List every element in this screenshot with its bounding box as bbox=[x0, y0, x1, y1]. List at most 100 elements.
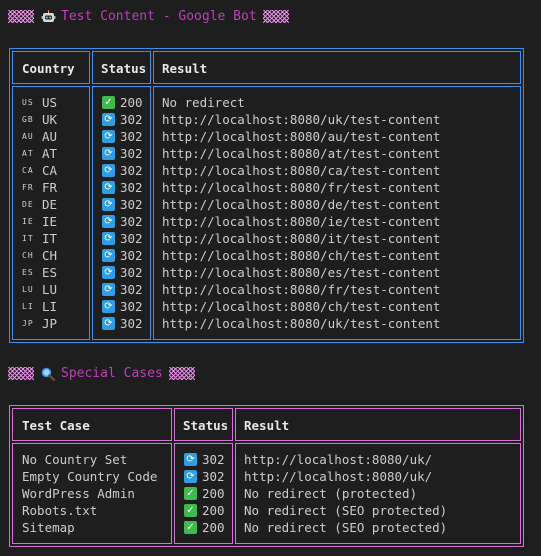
result-text: No redirect bbox=[162, 95, 245, 110]
flag-icon: FR bbox=[22, 183, 34, 192]
redirect-icon: ⟳ bbox=[184, 453, 197, 466]
result-url: http://localhost:8080/au/test-content bbox=[162, 129, 441, 144]
country-code: CA bbox=[42, 163, 58, 178]
block-decoration bbox=[8, 367, 34, 380]
result-url: http://localhost:8080/ch/test-content bbox=[162, 299, 441, 314]
country-code: JP bbox=[42, 316, 58, 331]
test-case-name: Empty Country Code bbox=[22, 469, 158, 484]
result-text: No redirect (SEO protected) bbox=[244, 503, 448, 518]
flag-icon: LI bbox=[22, 302, 34, 311]
status-column: ⟳ 302 ⟳ 302 ✓ 200 ✓ 200 ✓ 200 bbox=[184, 451, 225, 536]
flag-icon: JP bbox=[22, 319, 34, 328]
result-text: No redirect (SEO protected) bbox=[244, 520, 448, 535]
flag-icon: AU bbox=[22, 132, 34, 141]
table-row: DE DE bbox=[22, 196, 57, 213]
status-code: 200 bbox=[120, 95, 143, 110]
section-heading-test-content: Test Content - Google Bot bbox=[8, 9, 289, 24]
redirect-icon: ⟳ bbox=[102, 232, 115, 245]
table-row: AU AU bbox=[22, 128, 57, 145]
check-icon: ✓ bbox=[184, 487, 197, 500]
column-header-result: Result bbox=[244, 418, 290, 433]
result-url: http://localhost:8080/uk/test-content bbox=[162, 112, 441, 127]
status-cell: ⟳ 302 bbox=[102, 298, 143, 315]
status-code: 302 bbox=[120, 129, 143, 144]
result-column: No redirect http://localhost:8080/uk/tes… bbox=[162, 94, 440, 332]
table-row: LI LI bbox=[22, 298, 57, 315]
table-row: IE IE bbox=[22, 213, 57, 230]
status-cell: ✓ 200 bbox=[102, 94, 143, 111]
result-url: http://localhost:8080/de/test-content bbox=[162, 197, 441, 212]
flag-icon: CH bbox=[22, 251, 34, 260]
column-header-status: Status bbox=[101, 61, 147, 76]
redirect-icon: ⟳ bbox=[102, 164, 115, 177]
table-row: CA CA bbox=[22, 162, 57, 179]
status-cell: ⟳ 302 bbox=[102, 315, 143, 332]
status-code: 200 bbox=[202, 486, 225, 501]
status-cell: ⟳ 302 bbox=[102, 247, 143, 264]
country-code: CH bbox=[42, 248, 58, 263]
country-code: AT bbox=[42, 146, 58, 161]
status-code: 302 bbox=[120, 231, 143, 246]
block-decoration bbox=[8, 10, 34, 23]
status-cell: ⟳ 302 bbox=[102, 264, 143, 281]
country-code: IE bbox=[42, 214, 58, 229]
status-code: 302 bbox=[120, 316, 143, 331]
section-heading-special-cases: Special Cases bbox=[8, 366, 195, 381]
status-code: 302 bbox=[120, 112, 143, 127]
redirect-icon: ⟳ bbox=[102, 130, 115, 143]
country-column: US US GB UK AU AU AT AT CA CA FR FR DE DE IE IE … bbox=[22, 94, 57, 332]
result-url: http://localhost:8080/uk/ bbox=[244, 469, 433, 484]
redirect-icon: ⟳ bbox=[184, 470, 197, 483]
redirect-icon: ⟳ bbox=[102, 198, 115, 211]
flag-icon: ES bbox=[22, 268, 34, 277]
status-cell: ⟳ 302 bbox=[102, 162, 143, 179]
country-code: IT bbox=[42, 231, 58, 246]
check-icon: ✓ bbox=[184, 504, 197, 517]
result-text: No redirect (protected) bbox=[244, 486, 418, 501]
country-code: LU bbox=[42, 282, 58, 297]
header-cell-result bbox=[153, 51, 521, 84]
test-case-name: Sitemap bbox=[22, 520, 75, 535]
country-code: FR bbox=[42, 180, 58, 195]
status-code: 302 bbox=[120, 214, 143, 229]
redirect-icon: ⟳ bbox=[102, 283, 115, 296]
result-url: http://localhost:8080/fr/test-content bbox=[162, 180, 441, 195]
result-url: http://localhost:8080/ca/test-content bbox=[162, 163, 441, 178]
result-url: http://localhost:8080/es/test-content bbox=[162, 265, 441, 280]
status-cell: ⟳ 302 bbox=[102, 111, 143, 128]
table-row: LU LU bbox=[22, 281, 57, 298]
flag-icon: US bbox=[22, 98, 34, 107]
test-case-name: No Country Set bbox=[22, 452, 128, 467]
test-case-name: Robots.txt bbox=[22, 503, 98, 518]
redirect-icon: ⟳ bbox=[102, 215, 115, 228]
section-title: Test Content - Google Bot bbox=[61, 9, 257, 24]
country-code: DE bbox=[42, 197, 58, 212]
special-cases-table: Test Case Status Result No Country Set E… bbox=[9, 405, 524, 547]
flag-icon: IT bbox=[22, 234, 34, 243]
check-icon: ✓ bbox=[184, 521, 197, 534]
redirect-icon: ⟳ bbox=[102, 317, 115, 330]
flag-icon: GB bbox=[22, 115, 34, 124]
status-cell: ⟳ 302 bbox=[102, 213, 143, 230]
flag-icon: LU bbox=[22, 285, 34, 294]
table-row: IT IT bbox=[22, 230, 57, 247]
block-decoration bbox=[168, 367, 195, 380]
country-code: AU bbox=[42, 129, 58, 144]
status-cell: ⟳ 302 bbox=[102, 145, 143, 162]
status-column: ✓ 200 ⟳ 302 ⟳ 302 ⟳ 302 ⟳ 302 ⟳ 302 ⟳ 302 ⟳ 302 … bbox=[102, 94, 143, 332]
check-icon: ✓ bbox=[102, 96, 115, 109]
status-code: 302 bbox=[120, 146, 143, 161]
status-cell: ✓ 200 bbox=[184, 485, 225, 502]
column-header-result: Result bbox=[162, 61, 208, 76]
status-code: 200 bbox=[202, 503, 225, 518]
section-title: Special Cases bbox=[61, 366, 163, 381]
status-code: 302 bbox=[202, 469, 225, 484]
column-header-status: Status bbox=[183, 418, 229, 433]
redirect-icon: ⟳ bbox=[102, 113, 115, 126]
country-code: ES bbox=[42, 265, 58, 280]
table-row: GB UK bbox=[22, 111, 57, 128]
status-cell: ⟳ 302 bbox=[102, 179, 143, 196]
country-code: US bbox=[42, 95, 58, 110]
result-url: http://localhost:8080/ie/test-content bbox=[162, 214, 441, 229]
column-header-country: Country bbox=[22, 61, 75, 76]
